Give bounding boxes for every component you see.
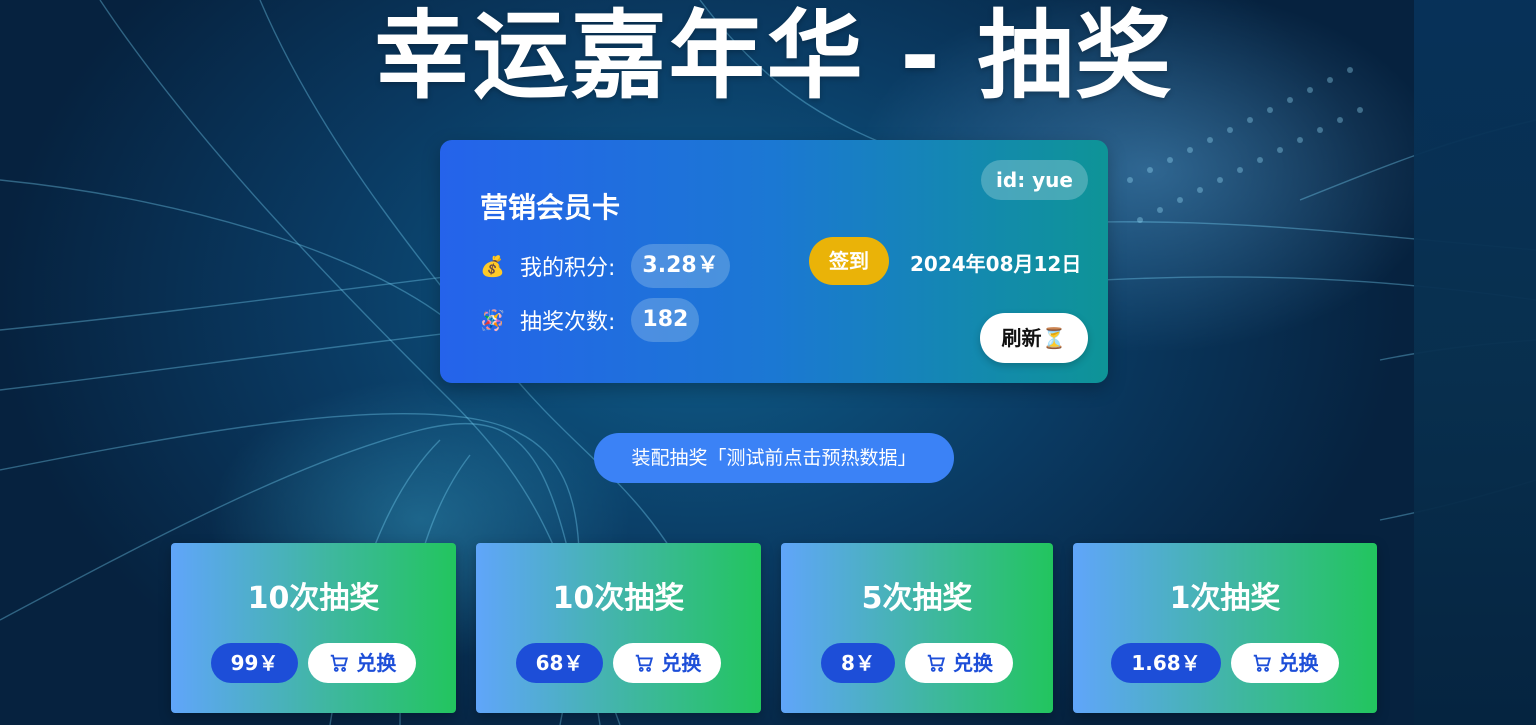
lottery-option-card: 5次抽奖 8￥ 兑换 (781, 543, 1053, 713)
pinata-icon: 🪅 (480, 308, 505, 332)
exchange-label: 兑换 (356, 651, 397, 675)
exchange-button[interactable]: 兑换 (904, 643, 1013, 683)
cart-icon (328, 652, 350, 674)
exchange-label: 兑换 (1278, 651, 1319, 675)
price-pill: 8￥ (821, 643, 895, 683)
exchange-button[interactable]: 兑换 (1230, 643, 1339, 683)
lottery-option-title: 10次抽奖 (247, 581, 380, 616)
exchange-button[interactable]: 兑换 (613, 643, 722, 683)
price-pill: 68￥ (515, 643, 604, 683)
points-value: 3.28￥ (631, 244, 730, 288)
cart-icon (925, 652, 947, 674)
draws-value: 182 (631, 298, 700, 342)
lottery-option-card: 1次抽奖 1.68￥ 兑换 (1073, 543, 1377, 713)
points-row: 💰 我的积分: 3.28￥ (480, 244, 730, 288)
exchange-label: 兑换 (661, 651, 702, 675)
lottery-option-card: 10次抽奖 99￥ 兑换 (171, 543, 456, 713)
member-card: 营销会员卡 id: yue 💰 我的积分: 3.28￥ 🪅 抽奖次数: 182 … (440, 140, 1108, 383)
price-pill: 99￥ (210, 643, 299, 683)
points-label: 我的积分: (520, 256, 616, 281)
user-id-badge: id: yue (981, 160, 1088, 200)
lottery-option-card: 10次抽奖 68￥ 兑换 (476, 543, 761, 713)
exchange-button[interactable]: 兑换 (308, 643, 417, 683)
lottery-option-title: 5次抽奖 (861, 581, 973, 616)
card-title: 营销会员卡 (480, 191, 621, 224)
checkin-button[interactable]: 签到 (809, 237, 889, 285)
date-text: 2024年08月12日 (910, 252, 1082, 276)
cart-icon (1251, 652, 1273, 674)
lottery-option-title: 10次抽奖 (552, 581, 685, 616)
refresh-button[interactable]: 刷新⏳ (980, 313, 1088, 363)
money-bag-icon: 💰 (480, 254, 505, 278)
exchange-label: 兑换 (952, 651, 993, 675)
lottery-option-title: 1次抽奖 (1169, 581, 1281, 616)
price-pill: 1.68￥ (1111, 643, 1221, 683)
page-title: 幸运嘉年华 - 抽奖 (374, 0, 1174, 112)
cart-icon (633, 652, 655, 674)
draws-label: 抽奖次数: (520, 310, 616, 335)
assemble-lottery-button[interactable]: 装配抽奖「测试前点击预热数据」 (594, 433, 954, 483)
draws-row: 🪅 抽奖次数: 182 (480, 298, 700, 342)
